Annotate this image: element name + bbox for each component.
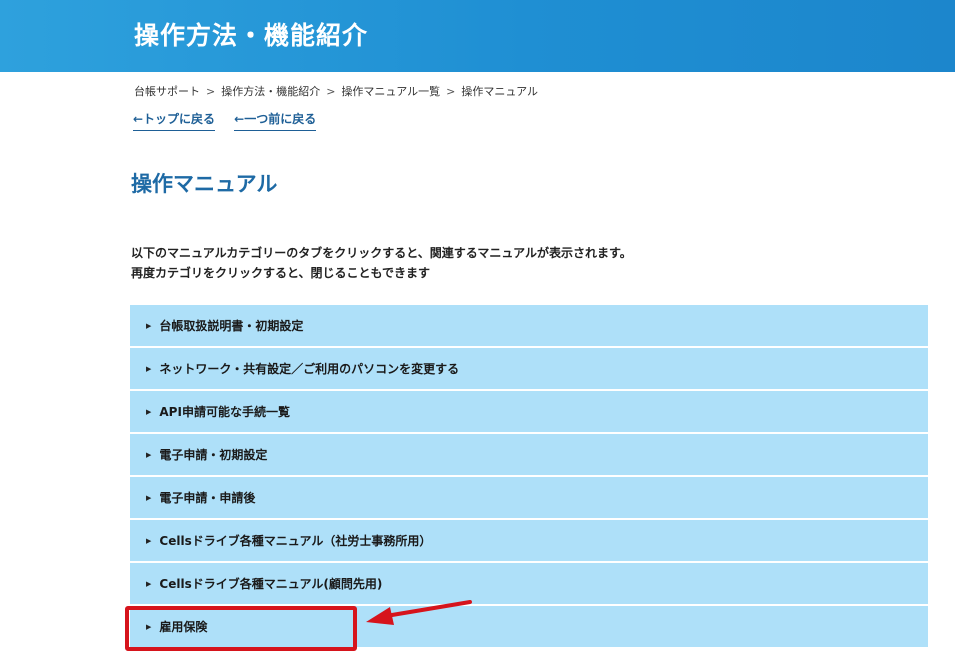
intro-line-2: 再度カテゴリをクリックすると、閉じることもできます <box>131 266 431 280</box>
breadcrumb-item-manual-list[interactable]: 操作マニュアル一覧 <box>341 85 440 98</box>
breadcrumb-item-features[interactable]: 操作方法・機能紹介 <box>221 85 320 98</box>
triangle-bullet-icon: ▶ <box>146 579 152 588</box>
category-tab-cells-office[interactable]: ▶ Cellsドライブ各種マニュアル（社労士事務所用） <box>130 520 928 561</box>
header-title: 操作方法・機能紹介 <box>134 21 369 50</box>
breadcrumb-separator: > <box>326 85 336 98</box>
triangle-bullet-icon: ▶ <box>146 407 152 416</box>
category-label: 電子申請・初期設定 <box>159 448 268 462</box>
category-label: Cellsドライブ各種マニュアル(顧問先用) <box>159 577 383 591</box>
manual-category-accordion: ▶ 台帳取扱説明書・初期設定 ▶ ネットワーク・共有設定／ご利用のパソコンを変更… <box>130 305 928 649</box>
breadcrumb: 台帳サポート > 操作方法・機能紹介 > 操作マニュアル一覧 > 操作マニュアル <box>134 83 538 99</box>
triangle-bullet-icon: ▶ <box>146 536 152 545</box>
category-label: 電子申請・申請後 <box>159 491 256 505</box>
breadcrumb-item-support[interactable]: 台帳サポート <box>134 85 200 98</box>
category-tab-cells-client[interactable]: ▶ Cellsドライブ各種マニュアル(顧問先用) <box>130 563 928 604</box>
category-tab-e-application-setup[interactable]: ▶ 電子申請・初期設定 <box>130 434 928 475</box>
triangle-bullet-icon: ▶ <box>146 321 152 330</box>
category-label: ネットワーク・共有設定／ご利用のパソコンを変更する <box>159 362 460 376</box>
triangle-bullet-icon: ▶ <box>146 493 152 502</box>
site-header: 操作方法・機能紹介 <box>0 0 955 72</box>
highlight-box <box>125 606 357 651</box>
category-label: Cellsドライブ各種マニュアル（社労士事務所用） <box>159 534 432 548</box>
red-arrow-icon <box>366 600 472 625</box>
triangle-bullet-icon: ▶ <box>146 450 152 459</box>
category-label: API申請可能な手続一覧 <box>159 405 290 419</box>
page-title: 操作マニュアル <box>131 172 278 196</box>
category-label: 台帳取扱説明書・初期設定 <box>159 319 304 333</box>
category-tab-ledger-setup[interactable]: ▶ 台帳取扱説明書・初期設定 <box>130 305 928 346</box>
triangle-bullet-icon: ▶ <box>146 364 152 373</box>
back-one-page-link[interactable]: ←一つ前に戻る <box>234 110 317 131</box>
breadcrumb-separator: > <box>446 85 456 98</box>
breadcrumb-separator: > <box>206 85 216 98</box>
category-tab-api[interactable]: ▶ API申請可能な手続一覧 <box>130 391 928 432</box>
category-tab-network[interactable]: ▶ ネットワーク・共有設定／ご利用のパソコンを変更する <box>130 348 928 389</box>
intro-text: 以下のマニュアルカテゴリーのタブをクリックすると、関連するマニュアルが表示されま… <box>131 243 632 283</box>
breadcrumb-item-current: 操作マニュアル <box>461 85 538 98</box>
back-links: ←トップに戻る ←一つ前に戻る <box>133 108 330 131</box>
intro-line-1: 以下のマニュアルカテゴリーのタブをクリックすると、関連するマニュアルが表示されま… <box>131 246 632 260</box>
back-to-top-link[interactable]: ←トップに戻る <box>133 110 216 131</box>
category-tab-e-application-after[interactable]: ▶ 電子申請・申請後 <box>130 477 928 518</box>
